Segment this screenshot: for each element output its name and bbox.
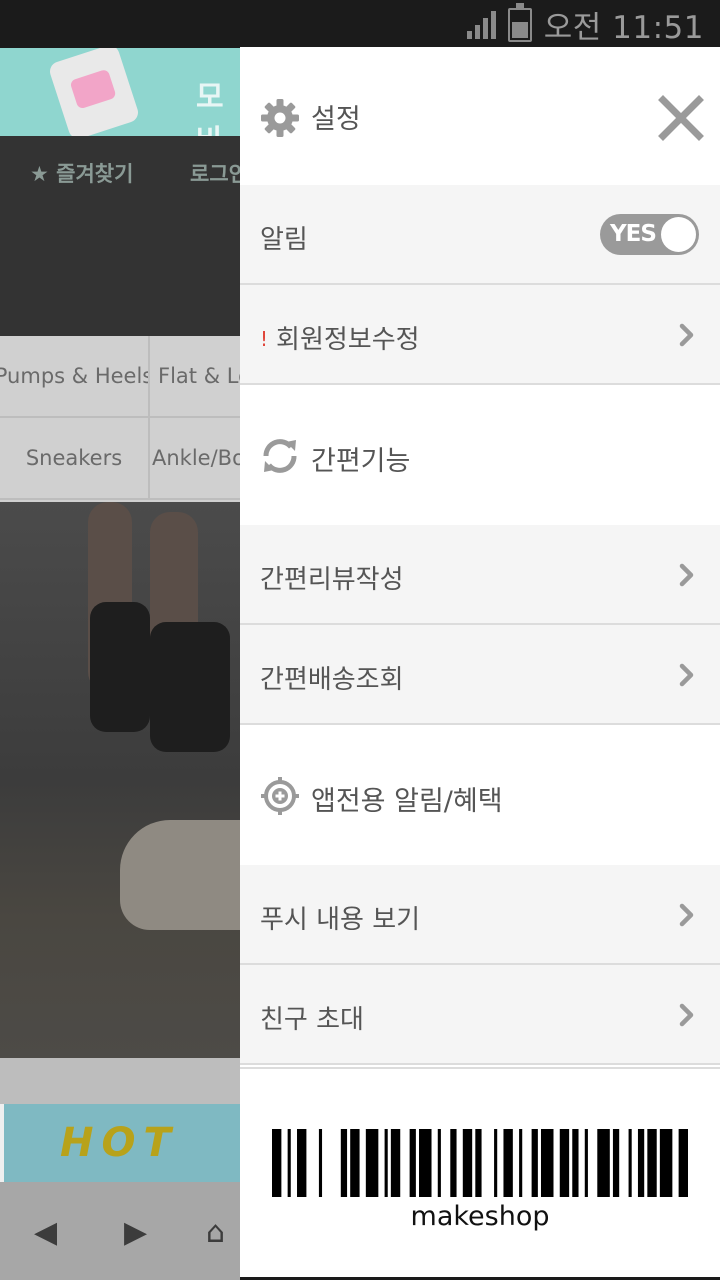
- quick-features-section: 간편기능: [240, 385, 720, 525]
- barcode-bar: [597, 1129, 610, 1197]
- notification-row: 알림 YES: [240, 185, 720, 285]
- barcode-area: makeshop: [240, 1067, 720, 1277]
- product-photo[interactable]: [0, 502, 240, 1058]
- category-pumps-heels[interactable]: Pumps & Heels: [0, 336, 150, 418]
- toggle-value: YES: [610, 221, 657, 247]
- barcode-bar: [475, 1129, 482, 1197]
- barcode-bar: [419, 1129, 432, 1197]
- background-page[interactable]: 모바 ★ 즐겨찾기 로그인 Pumps & Heels Flat & Loafe…: [0, 48, 240, 1280]
- top-navigation: ★ 즐겨찾기 로그인: [0, 136, 240, 336]
- barcode-bar: [659, 1129, 673, 1197]
- member-info-edit-text: 회원정보수정: [276, 325, 420, 355]
- invite-friend-label: 친구 초대: [260, 1005, 364, 1035]
- forward-icon[interactable]: ▶: [124, 1218, 147, 1248]
- page-divider: [0, 1058, 240, 1104]
- alert-mark: !: [260, 327, 269, 351]
- push-content-label: 푸시 내용 보기: [260, 905, 421, 935]
- chevron-right-icon: [679, 903, 694, 927]
- signal-icon: [466, 9, 496, 39]
- barcode-bar: [612, 1129, 620, 1197]
- notification-label: 알림: [260, 225, 308, 255]
- barcode-bar: [437, 1129, 441, 1197]
- barcode-bar: [450, 1129, 457, 1197]
- barcode-bar: [531, 1129, 538, 1197]
- quick-delivery-row[interactable]: 간편배송조회: [240, 625, 720, 725]
- home-icon[interactable]: ⌂: [206, 1218, 225, 1248]
- push-content-row[interactable]: 푸시 내용 보기: [240, 865, 720, 965]
- battery-icon: [507, 3, 532, 42]
- barcode-bar: [540, 1129, 554, 1197]
- barcode-bar: [584, 1129, 588, 1197]
- top-banner[interactable]: 모바: [0, 48, 240, 159]
- barcode-text: makeshop: [410, 1201, 550, 1232]
- category-flat-loafers[interactable]: Flat & Loafers: [150, 336, 240, 418]
- barcode-bar: [297, 1129, 307, 1197]
- barcode-bar: [350, 1129, 360, 1197]
- barcode-bar: [628, 1129, 632, 1197]
- nav-login-link[interactable]: 로그인: [190, 158, 240, 188]
- hot-banner[interactable]: HOT: [4, 1104, 240, 1182]
- barcode-bar: [318, 1129, 323, 1197]
- nav-bookmark-link[interactable]: ★ 즐겨찾기: [30, 158, 133, 188]
- drawer-title: 설정: [311, 104, 361, 135]
- barcode-bar: [559, 1129, 570, 1197]
- toggle-knob: [661, 217, 696, 252]
- barcode-bar: [647, 1129, 657, 1197]
- notification-toggle[interactable]: YES: [600, 214, 699, 255]
- barcode-bar: [503, 1129, 513, 1197]
- category-grid: Pumps & Heels Flat & Loafers Sneakers An…: [0, 336, 240, 502]
- status-icons: 오전 11:51: [466, 3, 704, 46]
- barcode-bar: [384, 1129, 388, 1197]
- barcode-bar: [340, 1129, 348, 1197]
- close-icon[interactable]: [658, 95, 704, 141]
- member-info-edit-row[interactable]: ! 회원정보수정: [240, 285, 720, 385]
- settings-drawer: 설정 알림 YES ! 회원정보수정 간편기능 간편리뷰작성 간편배송조회 앱전…: [240, 47, 720, 1277]
- app-benefits-title: 앱전용 알림/혜택: [311, 786, 503, 817]
- member-info-edit-label: ! 회원정보수정: [260, 319, 420, 356]
- shoe-shape: [90, 602, 150, 732]
- target-plus-icon: [261, 777, 299, 815]
- banner-phone-image: [47, 48, 141, 142]
- app-benefits-section: 앱전용 알림/혜택: [240, 725, 720, 865]
- chevron-right-icon: [679, 663, 694, 687]
- barcode-bar: [272, 1129, 282, 1197]
- refresh-icon: [263, 439, 297, 473]
- barcode-bar: [409, 1129, 416, 1197]
- category-ankle-boots[interactable]: Ankle/Boots: [150, 418, 240, 500]
- barcode-bar: [287, 1129, 291, 1197]
- gear-icon: [261, 99, 299, 137]
- browser-toolbar: ◀ ▶ ⌂: [0, 1182, 240, 1280]
- chevron-right-icon: [679, 563, 694, 587]
- barcode-bar: [494, 1129, 498, 1197]
- category-sneakers[interactable]: Sneakers: [0, 418, 150, 500]
- hot-banner-text: HOT: [60, 1120, 179, 1166]
- barcode-bar: [572, 1129, 579, 1197]
- barcode-bar: [390, 1129, 401, 1197]
- quick-review-label: 간편리뷰작성: [260, 565, 404, 595]
- barcode-bar: [678, 1129, 688, 1197]
- chevron-right-icon: [679, 323, 694, 347]
- status-bar: 오전 11:51: [0, 0, 720, 48]
- barcode-bar: [365, 1129, 379, 1197]
- shoe-shape: [150, 622, 230, 752]
- quick-delivery-label: 간편배송조회: [260, 665, 404, 695]
- barcode-image: [272, 1129, 688, 1197]
- back-icon[interactable]: ◀: [34, 1218, 57, 1248]
- invite-friend-row[interactable]: 친구 초대: [240, 965, 720, 1065]
- barcode-bar: [462, 1129, 473, 1197]
- status-time: 오전 11:51: [543, 9, 704, 46]
- barcode-bar: [519, 1129, 523, 1197]
- sandal-shape: [120, 820, 240, 930]
- chevron-right-icon: [679, 1003, 694, 1027]
- drawer-header: 설정: [240, 47, 720, 185]
- quick-review-row[interactable]: 간편리뷰작성: [240, 525, 720, 625]
- barcode-bar: [637, 1129, 645, 1197]
- quick-features-title: 간편기능: [311, 446, 411, 477]
